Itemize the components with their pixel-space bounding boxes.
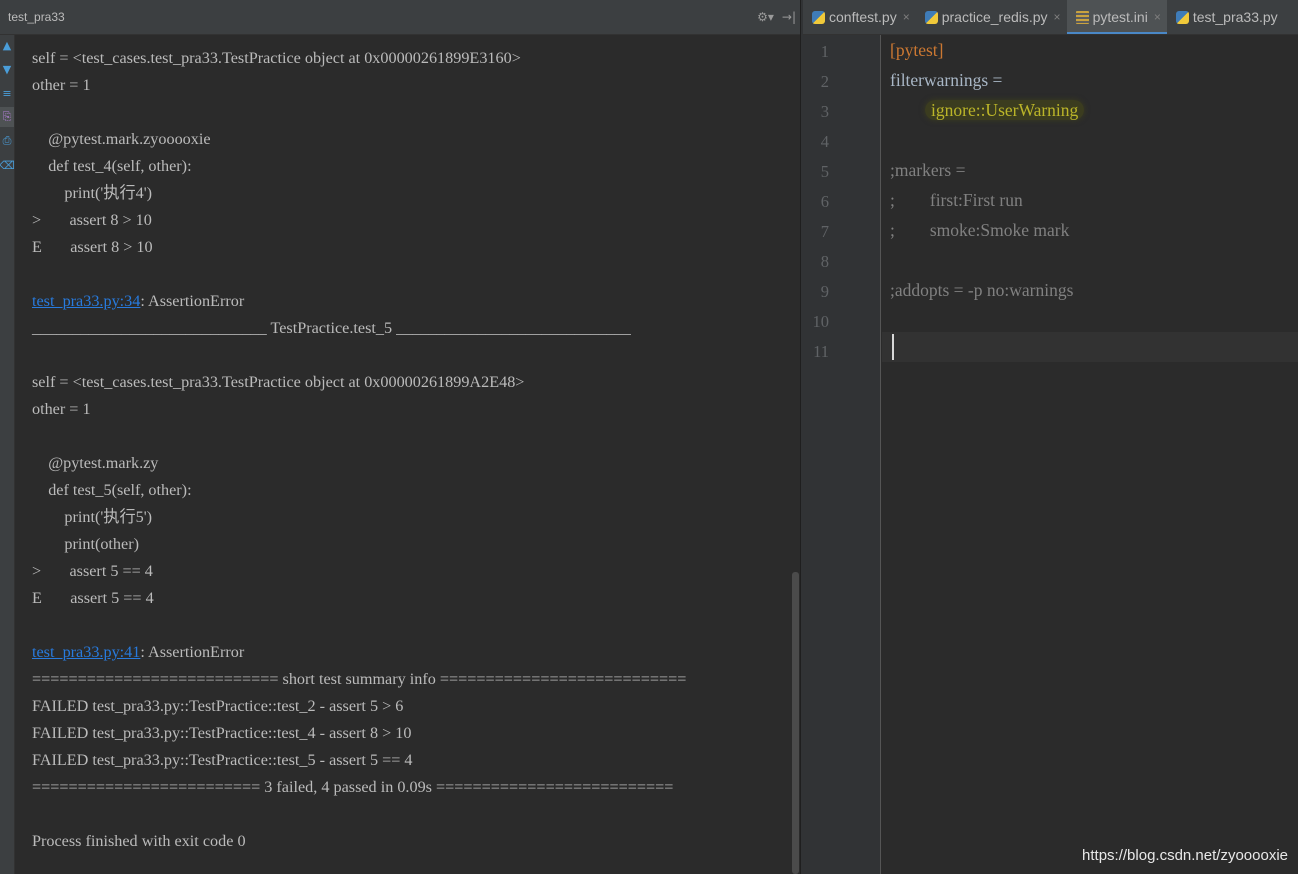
code-line: ; smoke:Smoke mark [890,215,1069,245]
console-line: FAILED test_pra33.py::TestPractice::test… [32,751,413,769]
file-link[interactable]: test_pra33.py:34 [32,292,140,310]
python-file-icon [1175,10,1189,24]
console-line: print('执行5') [32,508,153,526]
code-text: [pytest] [890,40,944,60]
editor-tab-bar: conftest.py × practice_redis.py × pytest.ini… [803,0,1298,35]
error-type: : AssertionError [140,292,245,310]
code-text: ;markers = [890,160,966,180]
scroll-to-end-icon[interactable]: ⎘ [0,107,14,127]
line-number: 11 [813,342,829,361]
console-line: =========================== short test s… [32,670,687,688]
console-output: self = <test_cases.test_pra33.TestPracti… [32,45,792,855]
line-number-gutter: 1 2 3 4 5 6 7 8 9 10 11 [803,35,881,874]
close-icon[interactable]: × [1154,10,1161,24]
console-line: @pytest.mark.zy [32,454,159,472]
ini-file-icon [1075,10,1089,24]
console-line: print(other) [32,535,139,553]
code-line: ignore::UserWarning [890,95,1085,125]
highlighted-value: ignore::UserWarning [925,100,1085,120]
arrow-down-icon[interactable]: ▼ [0,59,14,79]
code-line: ; first:First run [890,185,1023,215]
run-panel-header: test_pra33 ⚙▾ →| [0,0,802,35]
console-line: self = <test_cases.test_pra33.TestPracti… [32,373,525,391]
console-line: FAILED test_pra33.py::TestPractice::test… [32,724,412,742]
gear-icon[interactable]: ⚙▾ [757,7,774,27]
trash-icon[interactable]: ⌫ [0,155,15,175]
line-number: 4 [820,132,829,151]
console-line: @pytest.mark.zyooooxie [32,130,211,148]
line-number: 3 [820,102,829,121]
console-line: FAILED test_pra33.py::TestPractice::test… [32,697,404,715]
line-number: 2 [820,72,829,91]
code-editor[interactable]: [pytest]filterwarnings = ignore::UserWar… [882,35,1298,874]
console-line: def test_5(self, other): [32,481,192,499]
editor-tab-label: pytest.ini [1092,9,1148,25]
close-icon[interactable]: × [1054,10,1061,24]
console-line: > assert 5 == 4 [32,562,153,580]
console-line: def test_4(self, other): [32,157,192,175]
line-number: 10 [812,312,830,331]
console-line: ========================= 3 failed, 4 pa… [32,778,674,796]
console-line: print('执行4') [32,184,153,202]
line-number: 1 [820,42,829,61]
console-line: other = 1 [32,76,91,94]
code-text: ; smoke:Smoke mark [890,220,1070,240]
close-icon[interactable]: × [903,10,910,24]
line-number: 5 [820,162,829,181]
editor-tab-label: practice_redis.py [941,9,1048,25]
print-icon[interactable]: ⎙ [0,131,14,151]
line-number: 7 [820,222,829,241]
run-tab-label: test_pra33 [8,10,65,24]
console-line: > assert 8 > 10 [32,211,152,229]
file-link[interactable]: test_pra33.py:41 [32,643,140,661]
editor-tab[interactable]: conftest.py × [803,0,916,34]
code-line: filterwarnings = [890,65,1002,95]
current-line-highlight [882,332,1298,362]
line-number: 8 [820,252,829,271]
editor-panel: conftest.py × practice_redis.py × pytest.ini… [803,0,1298,874]
console-line: _____________________________ TestPracti… [32,319,631,337]
watermark: https://blog.csdn.net/zyooooxie [1082,847,1288,864]
editor-tab[interactable]: pytest.ini × [1066,0,1168,34]
code-text: filterwarnings = [890,70,1003,90]
text-caret [892,334,894,360]
console-error-line: test_pra33.py:41: AssertionError [32,639,792,666]
python-file-icon [924,10,938,24]
console-line: other = 1 [32,400,91,418]
python-file-icon [812,10,825,24]
code-line: [pytest] [890,35,943,65]
code-text: ; first:First run [890,190,1023,210]
run-toolbar: ▲ ▼ ≡ ⎘ ⎙ ⌫ [0,35,15,874]
editor-tab-label: conftest.py [829,9,897,25]
code-line: ;addopts = -p no:warnings [890,275,1073,305]
run-panel: test_pra33 ⚙▾ →| ▲ ▼ ≡ ⎘ ⎙ ⌫ self = <tes… [0,0,802,874]
run-tab[interactable]: test_pra33 [0,7,71,27]
console-line: E assert 5 == 4 [32,589,154,607]
editor-tab-label: test_pra33.py [1192,9,1278,25]
hide-panel-icon[interactable]: →| [782,7,796,27]
error-type: : AssertionError [140,643,245,661]
console-line: self = <test_cases.test_pra33.TestPracti… [32,49,521,67]
console-error-line: test_pra33.py:34: AssertionError [32,288,792,315]
code-line: ;markers = [890,155,965,185]
line-number: 9 [820,282,829,301]
console-line: E assert 8 > 10 [32,238,153,256]
line-number: 6 [820,192,829,211]
editor-tab[interactable]: practice_redis.py × [916,0,1067,34]
code-text: ;addopts = -p no:warnings [890,280,1074,300]
console-scrollbar[interactable] [792,572,799,874]
soft-wrap-icon[interactable]: ≡ [0,83,14,103]
arrow-up-icon[interactable]: ▲ [0,35,14,55]
run-panel-tools: ⚙▾ →| [757,7,796,27]
console-line: Process finished with exit code 0 [32,832,246,850]
editor-tab[interactable]: test_pra33.py [1167,0,1284,34]
